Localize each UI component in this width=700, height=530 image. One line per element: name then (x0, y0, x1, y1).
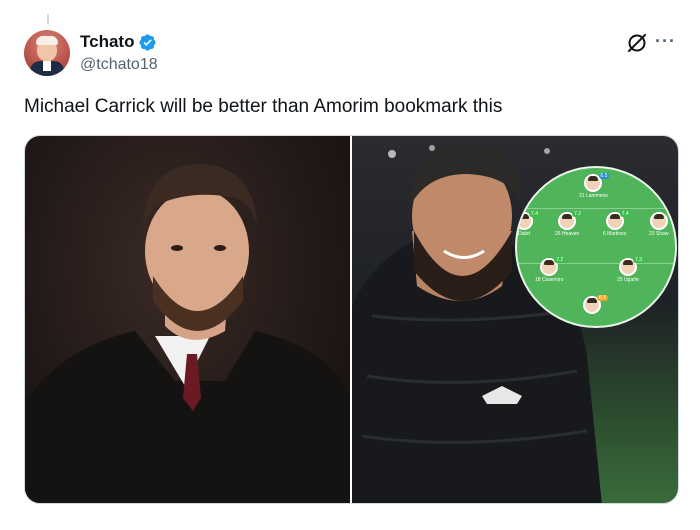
author-name-row: Tchato (80, 32, 157, 52)
photo-amorim[interactable]: 6.5 31 Lammens 7.4 Dalot 7.2 26 Heaven 7… (352, 136, 678, 503)
carrick-illustration (25, 164, 350, 503)
player-photo-icon (649, 212, 668, 230)
player-card: 23 Shaw (649, 212, 668, 237)
player-photo-icon: 6.5 (584, 173, 610, 192)
player-photo-icon: 7.2 (558, 211, 584, 230)
player-photo-icon: 7.4 (605, 211, 631, 230)
player-photo-icon: 6.8 (583, 295, 608, 314)
player-card: 7.2 26 Heaven (555, 211, 584, 237)
player-photo-icon: 7.3 (618, 257, 644, 276)
lineup-graphic: 6.5 31 Lammens 7.4 Dalot 7.2 26 Heaven 7… (515, 166, 677, 328)
thread-connector-line (47, 14, 49, 24)
player-photo-icon: 7.2 (540, 257, 566, 276)
player-card: 7.2 18 Casemiro (535, 257, 566, 283)
author-display-name[interactable]: Tchato (80, 32, 134, 52)
tweet-text: Michael Carrick will be better than Amor… (24, 96, 503, 117)
player-card: 7.4 6 Martinez (603, 211, 631, 237)
author-handle[interactable]: @tchato18 (80, 56, 158, 74)
player-card: 6.8 (583, 295, 608, 315)
more-options-button[interactable]: ··· (655, 31, 676, 52)
photo-carrick[interactable] (25, 136, 350, 503)
player-photo-icon: 7.4 (517, 211, 540, 230)
player-card: 7.3 25 Ugarte (617, 257, 644, 283)
player-card: 6.5 31 Lammens (579, 173, 610, 199)
player-card: 7.4 Dalot (517, 211, 540, 237)
grok-icon[interactable] (624, 30, 650, 56)
tweet-media[interactable]: 6.5 31 Lammens 7.4 Dalot 7.2 26 Heaven 7… (24, 135, 679, 504)
avatar[interactable] (24, 30, 70, 76)
verified-badge-icon (139, 33, 157, 51)
